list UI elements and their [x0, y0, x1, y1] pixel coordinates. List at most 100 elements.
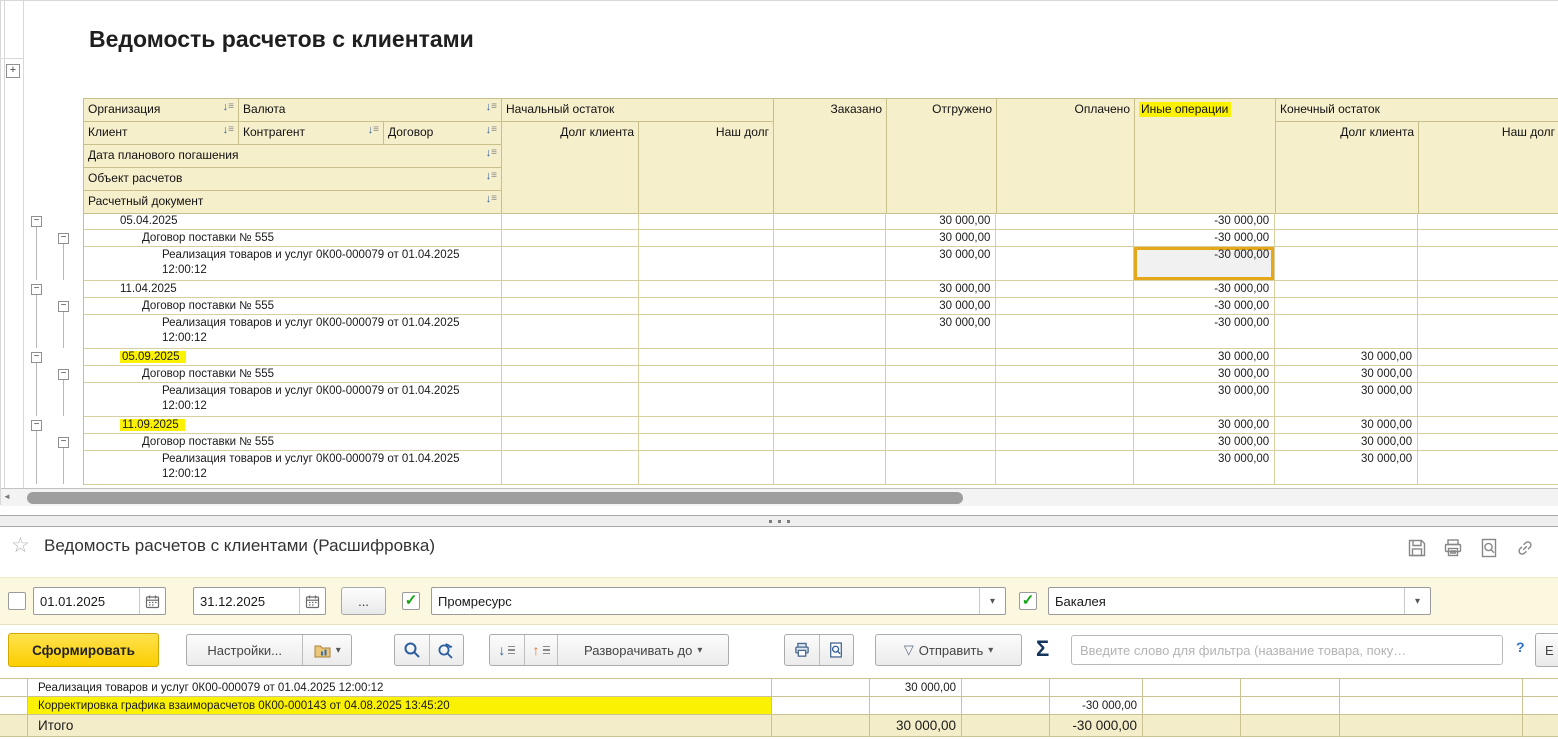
report-cell-value[interactable]: 30 000,00 — [1275, 383, 1419, 417]
report-cell-value[interactable]: 30 000,00 — [886, 247, 997, 281]
detail-row[interactable]: Реализация товаров и услуг 0К00-000079 о… — [0, 679, 1558, 697]
search-next-button[interactable] — [428, 635, 463, 665]
report-cell-value[interactable]: 30 000,00 — [1134, 366, 1276, 383]
report-row-document[interactable]: Реализация товаров и услуг 0К00-000079 о… — [84, 451, 1558, 485]
report-cell-value[interactable] — [1418, 417, 1558, 434]
report-cell-text[interactable]: 11.04.2025 — [84, 281, 502, 298]
report-row-group[interactable]: 11.04.2025 30 000,00 -30 000,00 — [84, 281, 1558, 298]
report-cell-value[interactable] — [886, 417, 997, 434]
column-header-paid[interactable]: Оплачено — [997, 99, 1135, 214]
detail-cell[interactable] — [962, 679, 1050, 697]
report-cell-value[interactable] — [996, 281, 1135, 298]
report-cell-value[interactable] — [501, 315, 639, 349]
report-cell-value[interactable] — [638, 434, 774, 451]
report-cell-value[interactable] — [501, 349, 639, 366]
report-cell-value[interactable] — [1418, 349, 1558, 366]
period-more-button[interactable]: ... — [341, 587, 386, 615]
report-cell-value[interactable] — [1418, 366, 1558, 383]
detail-cell[interactable] — [1340, 679, 1523, 697]
report-cell-value[interactable] — [638, 366, 774, 383]
sort-icon[interactable]: ↓ ≡ — [486, 171, 497, 182]
sort-icon[interactable]: ↓ ≡ — [486, 148, 497, 159]
column-header-closing-balance[interactable]: Конечный остаток — [1276, 99, 1558, 122]
print-preview-icon[interactable] — [1478, 537, 1500, 559]
report-row-document[interactable]: Реализация товаров и услуг 0К00-000079 о… — [84, 247, 1558, 281]
scrollbar-thumb[interactable] — [27, 492, 963, 504]
report-cell-value[interactable]: 30 000,00 — [1275, 417, 1419, 434]
collapse-groups-button[interactable]: ↑ — [523, 635, 558, 665]
sort-icon[interactable]: ↓ ≡ — [223, 125, 234, 136]
collapse-icon[interactable]: − — [31, 420, 42, 431]
print-button[interactable] — [785, 635, 819, 665]
column-header-other-operations[interactable]: Иные операции — [1135, 99, 1276, 214]
report-cell-value[interactable] — [638, 230, 774, 247]
report-cell-value[interactable] — [1418, 315, 1558, 349]
link-icon[interactable] — [1514, 537, 1536, 559]
report-cell-value[interactable] — [1418, 298, 1558, 315]
column-header-opening-our-debt[interactable]: Наш долг — [639, 122, 774, 214]
report-cell-text[interactable]: 11.09.2025 — [84, 417, 502, 434]
report-cell-value[interactable] — [773, 383, 887, 417]
report-row-contract[interactable]: Договор поставки № 555 30 000,00 30 000,00 — [84, 366, 1558, 383]
report-row-document[interactable]: Реализация товаров и услуг 0К00-000079 о… — [84, 383, 1558, 417]
detail-cell[interactable] — [962, 697, 1050, 715]
report-cell-value[interactable] — [996, 247, 1135, 281]
sort-icon[interactable]: ↓ ≡ — [486, 194, 497, 205]
report-cell-value[interactable] — [1418, 281, 1558, 298]
report-cell-value[interactable] — [1275, 298, 1419, 315]
report-cell-value[interactable]: -30 000,00 — [1134, 230, 1276, 247]
report-cell-text[interactable]: Реализация товаров и услуг 0К00-000079 о… — [84, 315, 502, 349]
report-cell-value[interactable]: 30 000,00 — [1134, 417, 1276, 434]
report-cell-value[interactable] — [638, 315, 774, 349]
report-cell-value[interactable] — [996, 434, 1135, 451]
report-row-contract[interactable]: Договор поставки № 555 30 000,00 30 000,00 — [84, 434, 1558, 451]
detail-cell[interactable] — [1340, 697, 1523, 715]
detail-cell[interactable] — [1241, 697, 1340, 715]
report-cell-text[interactable]: Договор поставки № 555 — [84, 230, 502, 247]
save-icon[interactable] — [1406, 537, 1428, 559]
report-cell-value[interactable]: -30 000,00 — [1134, 247, 1276, 281]
report-cell-value[interactable] — [996, 213, 1135, 230]
expand-all-icon[interactable]: + — [6, 64, 20, 78]
chevron-down-icon[interactable]: ▾ — [1404, 588, 1430, 614]
expand-groups-button[interactable]: ↓ — [490, 635, 524, 665]
report-cell-value[interactable] — [773, 451, 887, 485]
report-cell-value[interactable] — [501, 281, 639, 298]
report-cell-text[interactable]: Реализация товаров и услуг 0К00-000079 о… — [84, 247, 502, 281]
detail-cell[interactable] — [1241, 679, 1340, 697]
report-cell-value[interactable] — [638, 247, 774, 281]
report-cell-value[interactable] — [773, 213, 887, 230]
report-cell-value[interactable] — [1418, 451, 1558, 485]
expand-to-button[interactable]: Разворачивать до ▾ — [557, 635, 728, 665]
report-cell-value[interactable] — [638, 213, 774, 230]
detail-cell[interactable] — [1143, 697, 1241, 715]
report-cell-value[interactable]: -30 000,00 — [1134, 281, 1276, 298]
detail-cell[interactable] — [1143, 679, 1241, 697]
report-cell-value[interactable] — [1275, 281, 1419, 298]
report-cell-value[interactable] — [773, 366, 887, 383]
report-cell-value[interactable]: -30 000,00 — [1134, 315, 1276, 349]
column-header-currency[interactable]: Валюта ↓ ≡ — [239, 99, 502, 122]
report-cell-value[interactable] — [996, 417, 1135, 434]
preview-button[interactable] — [818, 635, 853, 665]
sum-sigma-icon[interactable]: Σ — [1036, 636, 1049, 662]
report-row-document[interactable]: Реализация товаров и услуг 0К00-000079 о… — [84, 315, 1558, 349]
collapse-icon[interactable]: − — [58, 301, 69, 312]
report-cell-value[interactable]: 30 000,00 — [886, 315, 997, 349]
collapse-icon[interactable]: − — [31, 284, 42, 295]
report-cell-value[interactable] — [1275, 315, 1419, 349]
detail-cell[interactable] — [1143, 715, 1241, 737]
report-cell-value[interactable] — [501, 417, 639, 434]
report-cell-value[interactable] — [886, 434, 997, 451]
partner-checkbox[interactable]: ✓ — [1019, 592, 1037, 610]
favorite-star-icon[interactable]: ☆ — [11, 533, 30, 558]
calendar-icon[interactable] — [299, 588, 325, 614]
report-cell-value[interactable]: 30 000,00 — [1134, 451, 1276, 485]
report-cell-value[interactable] — [501, 298, 639, 315]
report-cell-value[interactable]: 30 000,00 — [886, 213, 997, 230]
column-header-settlement-object[interactable]: Объект расчетов ↓ ≡ — [84, 168, 502, 191]
report-cell-text[interactable]: Договор поставки № 555 — [84, 434, 502, 451]
report-cell-value[interactable] — [996, 230, 1135, 247]
send-button[interactable]: ▽ Отправить ▾ — [876, 635, 1021, 665]
column-header-closing-our-debt[interactable]: Наш долг — [1419, 122, 1558, 214]
